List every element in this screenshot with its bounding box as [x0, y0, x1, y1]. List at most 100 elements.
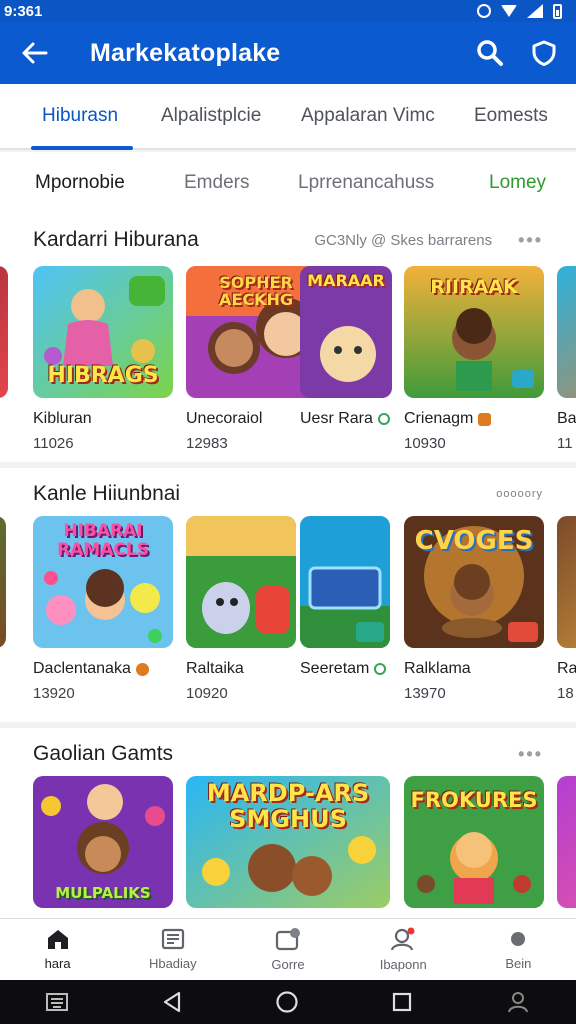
app-name: Ralklama: [404, 660, 471, 677]
nav-label: hara: [44, 956, 71, 971]
app-thumbnail: [557, 776, 576, 908]
app-card[interactable]: MULPALIKS: [33, 776, 173, 908]
app-card[interactable]: RIIRAAK Crienagm 10930: [404, 266, 544, 452]
status-time: 9:361: [4, 2, 43, 20]
app-count: 11026: [33, 435, 74, 452]
app-card[interactable]: MARDP-ARS SMGHUS: [186, 776, 390, 908]
app-name: Crienagm: [404, 410, 544, 428]
app-card[interactable]: Ba 11: [557, 266, 576, 452]
chip-lomey[interactable]: Lomey: [489, 172, 546, 194]
app-count: 10930: [404, 435, 446, 452]
app-card[interactable]: HIBRAGS Kibluran 11026: [33, 266, 173, 452]
nav-item-more[interactable]: Bein: [461, 919, 576, 980]
app-card[interactable]: [557, 776, 576, 908]
app-thumbnail: MARAAR: [300, 266, 392, 398]
section-title: Kanle Hiiunbnai: [33, 482, 181, 505]
more-options-icon[interactable]: •••: [518, 230, 543, 251]
home-icon: [47, 930, 68, 949]
back-nav-icon[interactable]: [161, 991, 183, 1013]
app-thumbnail: HIBRAGS: [33, 266, 173, 398]
chip-mpornobie[interactable]: Mpornobie: [35, 172, 125, 194]
section-title: Gaolian Gamts: [33, 742, 174, 765]
app-name: Kibluran: [33, 410, 92, 427]
thumbnail-title: CVOGES: [414, 526, 534, 556]
tab-appalaran-vimc[interactable]: Appalaran Vimc: [301, 83, 435, 149]
more-options-icon[interactable]: •••: [518, 744, 543, 765]
game-icon: [275, 928, 300, 951]
nav-label: Gorre: [271, 957, 305, 972]
nav-item-home[interactable]: hara: [0, 919, 115, 980]
back-button[interactable]: [0, 22, 70, 84]
app-thumbnail: CVOGES: [404, 516, 544, 648]
app-count: 11: [557, 435, 573, 452]
app-card[interactable]: CVOGES Ralklama 13970: [404, 516, 544, 702]
app-thumbnail: [557, 516, 576, 648]
home-nav-icon[interactable]: [275, 990, 299, 1014]
chip-lprrenancahuss[interactable]: Lprrenancahuss: [298, 172, 434, 194]
section-subtitle: ooooory: [496, 488, 543, 500]
nav-item-game[interactable]: Gorre: [230, 919, 345, 980]
section-subtitle: GC3Nly @ Skes barrarens: [314, 231, 493, 249]
nav-item-profile[interactable]: Ibaponn: [346, 919, 461, 980]
status-icons: [477, 3, 562, 19]
search-icon[interactable]: [476, 39, 504, 67]
alarm-icon: [477, 4, 491, 18]
keyboard-icon[interactable]: [46, 993, 69, 1011]
recents-nav-icon[interactable]: [391, 991, 413, 1013]
app-card[interactable]: [0, 516, 6, 648]
app-thumbnail: [300, 516, 390, 648]
app-name: Seeretam: [300, 660, 390, 678]
app-count: 10920: [186, 685, 228, 702]
app-name: Ra: [557, 660, 576, 677]
app-count: 18: [557, 685, 574, 702]
tab-eomests[interactable]: Eomests: [474, 83, 548, 149]
app-card[interactable]: FROKURES: [404, 776, 544, 908]
app-thumbnail: MARDP-ARS SMGHUS: [186, 776, 390, 908]
nav-label: Bein: [505, 956, 532, 971]
badge-icon: [135, 662, 149, 676]
nav-label: Ibaponn: [379, 957, 427, 972]
app-card[interactable]: HIBARAI RAMACLS Daclentanaka 13920: [33, 516, 173, 702]
verified-icon: [377, 413, 390, 425]
app-count: 13920: [33, 685, 75, 702]
nav-item-news[interactable]: Hbadiay: [115, 919, 230, 980]
verified-icon: [374, 663, 387, 675]
app-thumbnail: FROKURES: [404, 776, 544, 908]
app-thumbnail: HIBARAI RAMACLS: [33, 516, 173, 648]
profile-icon: [391, 927, 415, 951]
thumbnail-title: FROKURES: [410, 788, 538, 812]
status-bar: 9:361: [0, 0, 576, 22]
accessibility-icon[interactable]: [506, 990, 530, 1014]
app-card[interactable]: [0, 266, 8, 398]
app-thumbnail: MULPALIKS: [33, 776, 173, 908]
section-kardarri-hiburana: Kardarri Hiburana GC3Nly @ Skes barraren…: [0, 214, 576, 462]
section-kanle-hiiunbnai: Kanle Hiiunbnai ooooory HIBARAI RAMACLS …: [0, 468, 576, 722]
app-card[interactable]: Ra 18: [557, 516, 576, 702]
tab-alpalistplcie[interactable]: Alpalistplcie: [161, 83, 261, 149]
page-title: Markekatoplake: [90, 38, 281, 67]
app-bar: Markekatoplake: [0, 22, 576, 84]
battery-icon: [553, 3, 562, 19]
app-thumbnail: [0, 516, 6, 648]
thumbnail-title: RIIRAAK: [430, 276, 518, 298]
news-icon: [161, 928, 184, 950]
app-card[interactable]: MARAAR Uesr Rara: [300, 266, 392, 435]
thumbnail-title: MARAAR: [307, 271, 385, 290]
thumbnail-title: MULPALIKS: [55, 884, 151, 902]
app-thumbnail: [0, 266, 8, 398]
shield-icon[interactable]: [530, 39, 558, 67]
thumbnail-title: MARDP-ARS SMGHUS: [206, 779, 370, 833]
app-card[interactable]: Seeretam: [300, 516, 390, 685]
app-thumbnail: [557, 266, 576, 398]
dot-icon: [511, 932, 526, 946]
app-name: Daclentanaka: [33, 660, 173, 678]
tab-hiburasn[interactable]: Hiburasn: [30, 83, 134, 150]
back-arrow-icon: [22, 42, 48, 64]
app-thumbnail: [186, 516, 296, 648]
app-card[interactable]: Raltaika 10920: [186, 516, 296, 702]
app-name: Raltaika: [186, 660, 244, 677]
thumbnail-title: HIBRAGS: [47, 363, 159, 388]
app-count: 13970: [404, 685, 446, 702]
badge-icon: [478, 412, 492, 426]
chip-emders[interactable]: Emders: [184, 172, 249, 194]
